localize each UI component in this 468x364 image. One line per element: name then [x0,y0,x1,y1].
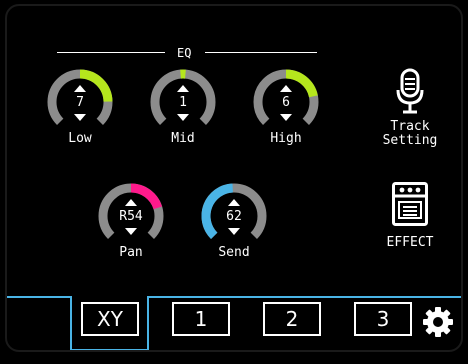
knob-high-label: High [240,131,332,146]
increment-arrow-icon [228,199,240,206]
knob-low-value: 7 [44,96,116,110]
knob-send-value: 62 [198,210,270,224]
knob-send-label: Send [188,245,280,260]
increment-arrow-icon [177,85,189,92]
knob-pan[interactable]: R54 Pan [95,180,167,252]
effect-button[interactable]: EFFECT [375,182,445,250]
knob-high[interactable]: 6 High [250,66,322,138]
knob-high-value: 6 [250,96,322,110]
eq-divider-right [205,52,317,53]
knob-mid-value: 1 [147,96,219,110]
knob-send[interactable]: 62 Send [198,180,270,252]
eq-divider-left [57,52,165,53]
effect-box-icon [392,182,428,226]
effect-label: EFFECT [375,236,445,250]
decrement-arrow-icon [74,114,86,121]
knob-mid[interactable]: 1 Mid [147,66,219,138]
decrement-arrow-icon [280,114,292,121]
knob-low[interactable]: 7 Low [44,66,116,138]
track-setting-label-line1: Track [375,120,445,134]
tab-xy[interactable]: XY [81,302,139,336]
increment-arrow-icon [125,199,137,206]
increment-arrow-icon [74,85,86,92]
tab-3[interactable]: 3 [354,302,412,336]
knob-mid-label: Mid [137,131,229,146]
track-setting-label-line2: Setting [375,134,445,148]
microphone-icon [395,68,425,116]
decrement-arrow-icon [125,228,137,235]
mixer-screen: EQ 7 Low 1 Mid 6 High R54 Pan 62 Send [5,4,463,352]
tab-2[interactable]: 2 [263,302,321,336]
track-setting-button[interactable]: Track Setting [375,68,445,148]
knob-level-arc [286,74,313,96]
eq-title: EQ [177,46,191,60]
gear-icon[interactable] [422,306,454,338]
knob-low-label: Low [34,131,126,146]
decrement-arrow-icon [177,114,189,121]
knob-pan-label: Pan [85,245,177,260]
decrement-arrow-icon [228,228,240,235]
knob-pan-value: R54 [95,210,167,224]
increment-arrow-icon [280,85,292,92]
tab-1[interactable]: 1 [172,302,230,336]
